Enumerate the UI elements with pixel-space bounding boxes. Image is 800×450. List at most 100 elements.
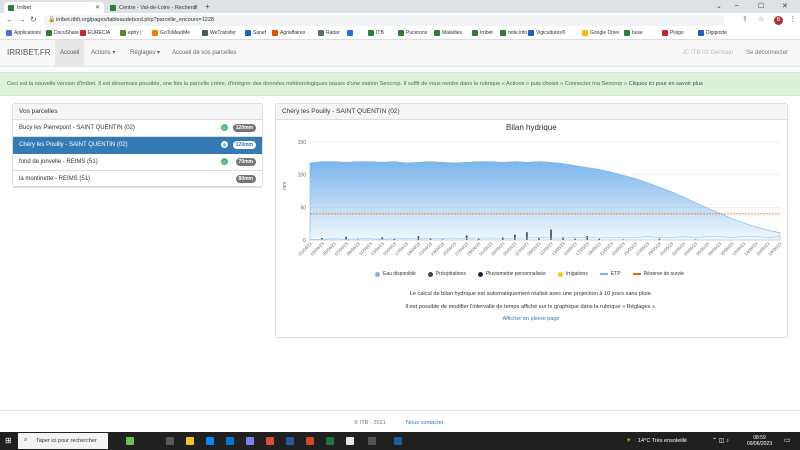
fullpage-row: Afficher en pleine page <box>276 316 786 322</box>
bookmark-item[interactable]: Agriaffaires <box>272 30 305 36</box>
legend-dot-marker <box>557 271 563 277</box>
task-view-icon[interactable] <box>166 437 174 445</box>
clock-date: 09/06/2023 <box>746 441 772 447</box>
file-explorer-icon[interactable] <box>186 437 194 445</box>
lock-icon: 🔒 <box>48 17 56 23</box>
bookmark-item[interactable]: Google Drive <box>582 30 619 36</box>
legend-dot-marker <box>375 271 380 277</box>
taskbar-search-input[interactable]: ⌕ Taper ici pour rechercher <box>18 433 108 449</box>
legend-item[interactable]: Eau disponible <box>375 271 416 277</box>
irrigation-drop-icon: 💧 <box>221 124 228 131</box>
bookmark-star-icon[interactable]: ☆ <box>758 15 764 23</box>
menu-dots-icon[interactable]: ⋮ <box>789 15 796 23</box>
bookmark-item[interactable]: ephy | <box>120 30 142 36</box>
legend-item[interactable]: Précipitations <box>427 271 466 277</box>
windows-start-icon[interactable]: ⊞ <box>5 436 12 445</box>
bookmark-item[interactable]: DocuShare <box>46 30 79 36</box>
url-field[interactable]: 🔒 irribet.itbfr.org/pages/tableaudebord.… <box>44 15 724 26</box>
bookmark-label: Agriaffaires <box>280 30 306 36</box>
bookmark-item[interactable]: Applications <box>6 30 41 36</box>
bookmark-item[interactable]: ITB <box>368 30 384 36</box>
alert-more-link[interactable]: Cliquez ici pour en savoir plus <box>629 81 703 87</box>
close-tab-icon[interactable]: ✕ <box>193 4 198 11</box>
excel-icon[interactable] <box>326 437 334 445</box>
reserve-badge: 80mm <box>235 175 256 183</box>
bookmark-item[interactable]: Pixigo <box>662 30 684 36</box>
parcelle-item[interactable]: fond de jonvelle - REIMS (51) 💧 70mm <box>13 154 262 171</box>
nav-reglages-dropdown[interactable]: Réglages ▾ <box>125 40 165 67</box>
bookmark-item[interactable]: WeTransfer <box>202 30 236 36</box>
nav-accueil-parcelles[interactable]: Accueil de vos parcelles <box>167 40 241 67</box>
app-icon[interactable] <box>394 437 402 445</box>
parcelle-item[interactable]: Chéry les Pouilly - SAINT QUENTIN (02) 💧 1… <box>13 137 262 154</box>
tab-search-chevron-icon[interactable]: ⌄ <box>716 2 722 10</box>
footer-contact-link[interactable]: Nous contacter <box>406 420 444 426</box>
precipitation-bar <box>526 232 528 240</box>
bookmark-item[interactable]: Sanef <box>245 30 266 36</box>
logout-link[interactable]: Se deconnecter <box>746 40 788 67</box>
bookmark-item[interactable]: EURECIA <box>80 30 110 36</box>
maximize-button[interactable]: ☐ <box>758 2 764 10</box>
brand-logo[interactable]: IRRIBET.FR <box>7 48 51 57</box>
legend-item[interactable]: Pluviometrie personnalisée <box>477 271 546 277</box>
back-arrow-icon[interactable]: ← <box>6 15 14 24</box>
share-icon[interactable]: ⇪ <box>742 15 748 23</box>
weather-text[interactable]: 14°C Très ensoleillé <box>638 438 687 444</box>
app-icon[interactable] <box>346 437 354 445</box>
widgets-icon[interactable] <box>126 437 134 445</box>
bookmark-item[interactable]: buse <box>624 30 643 36</box>
app-icon[interactable] <box>368 437 376 445</box>
leaf-favicon-icon <box>110 4 116 11</box>
tab-centre-val-de-loire[interactable]: Centre - Val-de-Loire - Recherch ✕ <box>106 2 202 13</box>
chart-legend: Eau disponible Précipitations Pluviometrie… <box>375 270 696 278</box>
bookmark-favicon-icon <box>528 30 534 36</box>
app-navbar: IRRIBET.FR Accueil Actions ▾ Réglages ▾ … <box>0 40 800 67</box>
legend-item[interactable]: Réserve de survie <box>632 271 684 277</box>
profile-avatar[interactable]: B <box>774 16 783 25</box>
powerpoint-icon[interactable] <box>306 437 314 445</box>
tab-irribet[interactable]: Irribet ✕ <box>4 2 104 13</box>
bookmark-item[interactable]: Maladies <box>434 30 462 36</box>
notification-icon[interactable]: ▭ <box>784 436 791 444</box>
parcelle-item[interactable]: la montinette - REIMS (51) 80mm <box>13 171 262 188</box>
info-alert: Ceci est la nouvelle version d'Irribet. … <box>0 72 800 96</box>
taskbar-clock[interactable]: 08:59 09/06/2023 <box>747 435 772 447</box>
reload-icon[interactable]: ↻ <box>30 15 37 24</box>
acrobat-icon[interactable] <box>266 437 274 445</box>
minimize-button[interactable]: – <box>735 2 739 9</box>
bilan-hydrique-chart: 050100150 01/04/2303/04/2305/04/2307/04/… <box>282 140 783 257</box>
legend-item[interactable]: Irrigations <box>557 271 588 277</box>
bookmark-item[interactable]: Irribet <box>472 30 493 36</box>
y-axis-label: mm <box>282 182 288 190</box>
legend-label: Réserve de survie <box>643 271 684 277</box>
y-tick-label: 150 <box>298 140 307 146</box>
legend-item[interactable]: ETP <box>599 271 621 277</box>
close-tab-icon[interactable]: ✕ <box>95 4 100 11</box>
forward-arrow-icon[interactable]: → <box>18 15 26 24</box>
bookmark-item[interactable]: note info <box>500 30 527 36</box>
nav-actions-dropdown[interactable]: Actions ▾ <box>86 40 120 67</box>
word-icon[interactable] <box>286 437 294 445</box>
system-tray-icons[interactable]: ⌃ ◫ ♪ <box>712 437 729 444</box>
fullpage-link[interactable]: Afficher en pleine page <box>502 316 559 322</box>
y-tick-label: 50 <box>300 205 306 211</box>
bookmark-favicon-icon <box>272 30 278 36</box>
bookmark-item[interactable] <box>347 30 355 36</box>
bookmark-item[interactable]: Pucerons <box>398 30 427 36</box>
new-tab-button[interactable]: + <box>205 2 210 11</box>
nav-accueil[interactable]: Accueil <box>55 40 85 67</box>
bookmark-item[interactable]: Digiposte <box>698 30 727 36</box>
bookmark-favicon-icon <box>202 30 208 36</box>
teams-icon[interactable] <box>246 437 254 445</box>
bookmark-item[interactable]: Vigicultures® <box>528 30 565 36</box>
close-window-button[interactable]: ✕ <box>782 2 788 10</box>
parcelles-heading: Vos parcelles <box>13 104 262 120</box>
bookmark-label: GoToMeetMe <box>160 30 191 36</box>
bookmark-item[interactable]: Radar <box>318 30 340 36</box>
legend-label: Précipitations <box>435 271 466 277</box>
bookmark-item[interactable]: GoToMeetMe <box>152 30 190 36</box>
chrome-icon[interactable] <box>206 437 214 445</box>
detail-heading: Chéry les Pouilly - SAINT QUENTIN (02) <box>276 104 787 120</box>
outlook-icon[interactable] <box>226 437 234 445</box>
parcelle-item[interactable]: Bucy les Pierrepont - SAINT QUENTIN (02)… <box>13 120 262 137</box>
